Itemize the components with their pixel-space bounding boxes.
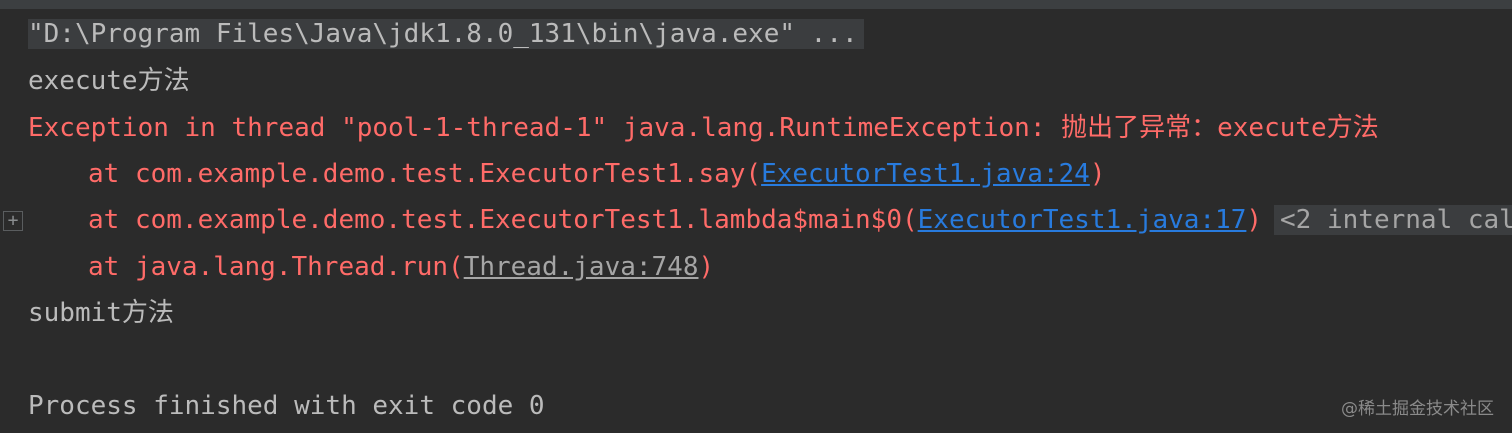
stack-frame-say: at com.example.demo.test.ExecutorTest1.s… [88, 152, 1105, 196]
internal-calls-fold[interactable]: <2 internal calls> [1274, 205, 1512, 235]
source-link-executortest1-24[interactable]: ExecutorTest1.java:24 [761, 159, 1090, 189]
console-output-submit: submit方法 [28, 298, 174, 328]
console-command-line: "D:\Program Files\Java\jdk1.8.0_131\bin\… [28, 12, 864, 56]
stack-frame-text: at java.lang.Thread.run( [88, 252, 464, 282]
stack-frame-text: at com.example.demo.test.ExecutorTest1.l… [88, 205, 918, 235]
stack-frame-close: ) [698, 252, 715, 282]
console-output-execute: execute方法 [28, 66, 190, 96]
top-divider [0, 0, 1512, 9]
process-finished-line: Process finished with exit code 0 [28, 391, 545, 421]
expand-plus-icon[interactable]: + [3, 211, 23, 231]
exception-header-line: Exception in thread "pool-1-thread-1" ja… [28, 113, 1379, 143]
stack-frame-close: ) [1246, 205, 1263, 235]
stack-frame-close: ) [1089, 159, 1106, 189]
stack-frame-thread-run: at java.lang.Thread.run(Thread.java:748) [88, 245, 714, 289]
stack-frame-lambda: at com.example.demo.test.ExecutorTest1.l… [88, 198, 1512, 242]
stack-frame-text: at com.example.demo.test.ExecutorTest1.s… [88, 159, 762, 189]
command-text[interactable]: "D:\Program Files\Java\jdk1.8.0_131\bin\… [28, 19, 864, 49]
source-link-executortest1-17[interactable]: ExecutorTest1.java:17 [918, 205, 1247, 235]
watermark: @稀土掘金技术社区 [1341, 399, 1494, 419]
source-link-thread-748[interactable]: Thread.java:748 [464, 252, 699, 282]
